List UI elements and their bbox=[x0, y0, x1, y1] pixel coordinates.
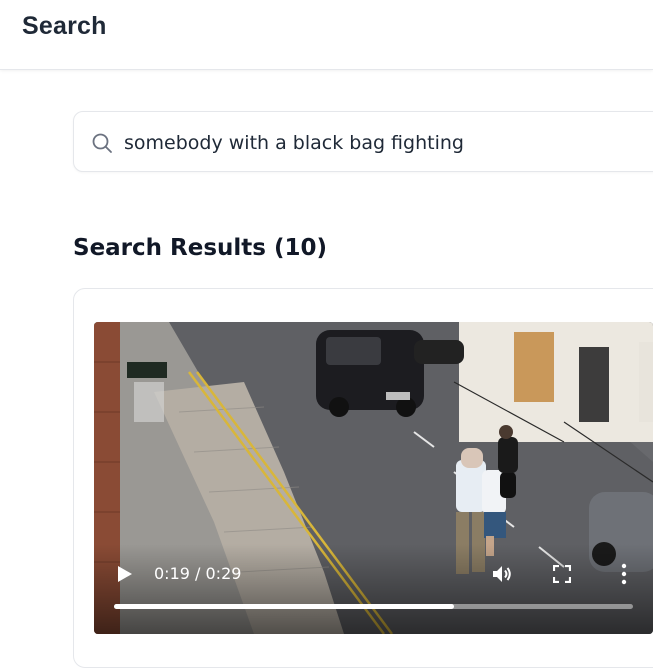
more-vert-icon[interactable] bbox=[617, 562, 631, 586]
time-display: 0:19 / 0:29 bbox=[154, 564, 242, 583]
search-input[interactable] bbox=[124, 130, 644, 156]
controls-overlay bbox=[94, 544, 653, 634]
search-icon bbox=[92, 133, 112, 153]
video-player[interactable]: 0:19 / 0:29 bbox=[94, 322, 653, 634]
fullscreen-icon[interactable] bbox=[553, 565, 571, 583]
progress-bar[interactable] bbox=[114, 604, 633, 609]
progress-fill bbox=[114, 604, 454, 609]
results-heading: Search Results (10) bbox=[73, 235, 328, 261]
volume-icon[interactable] bbox=[490, 562, 514, 586]
play-icon[interactable] bbox=[116, 564, 134, 584]
top-bar: Search bbox=[0, 0, 653, 70]
search-box[interactable] bbox=[73, 111, 653, 172]
page-title: Search bbox=[22, 12, 107, 40]
